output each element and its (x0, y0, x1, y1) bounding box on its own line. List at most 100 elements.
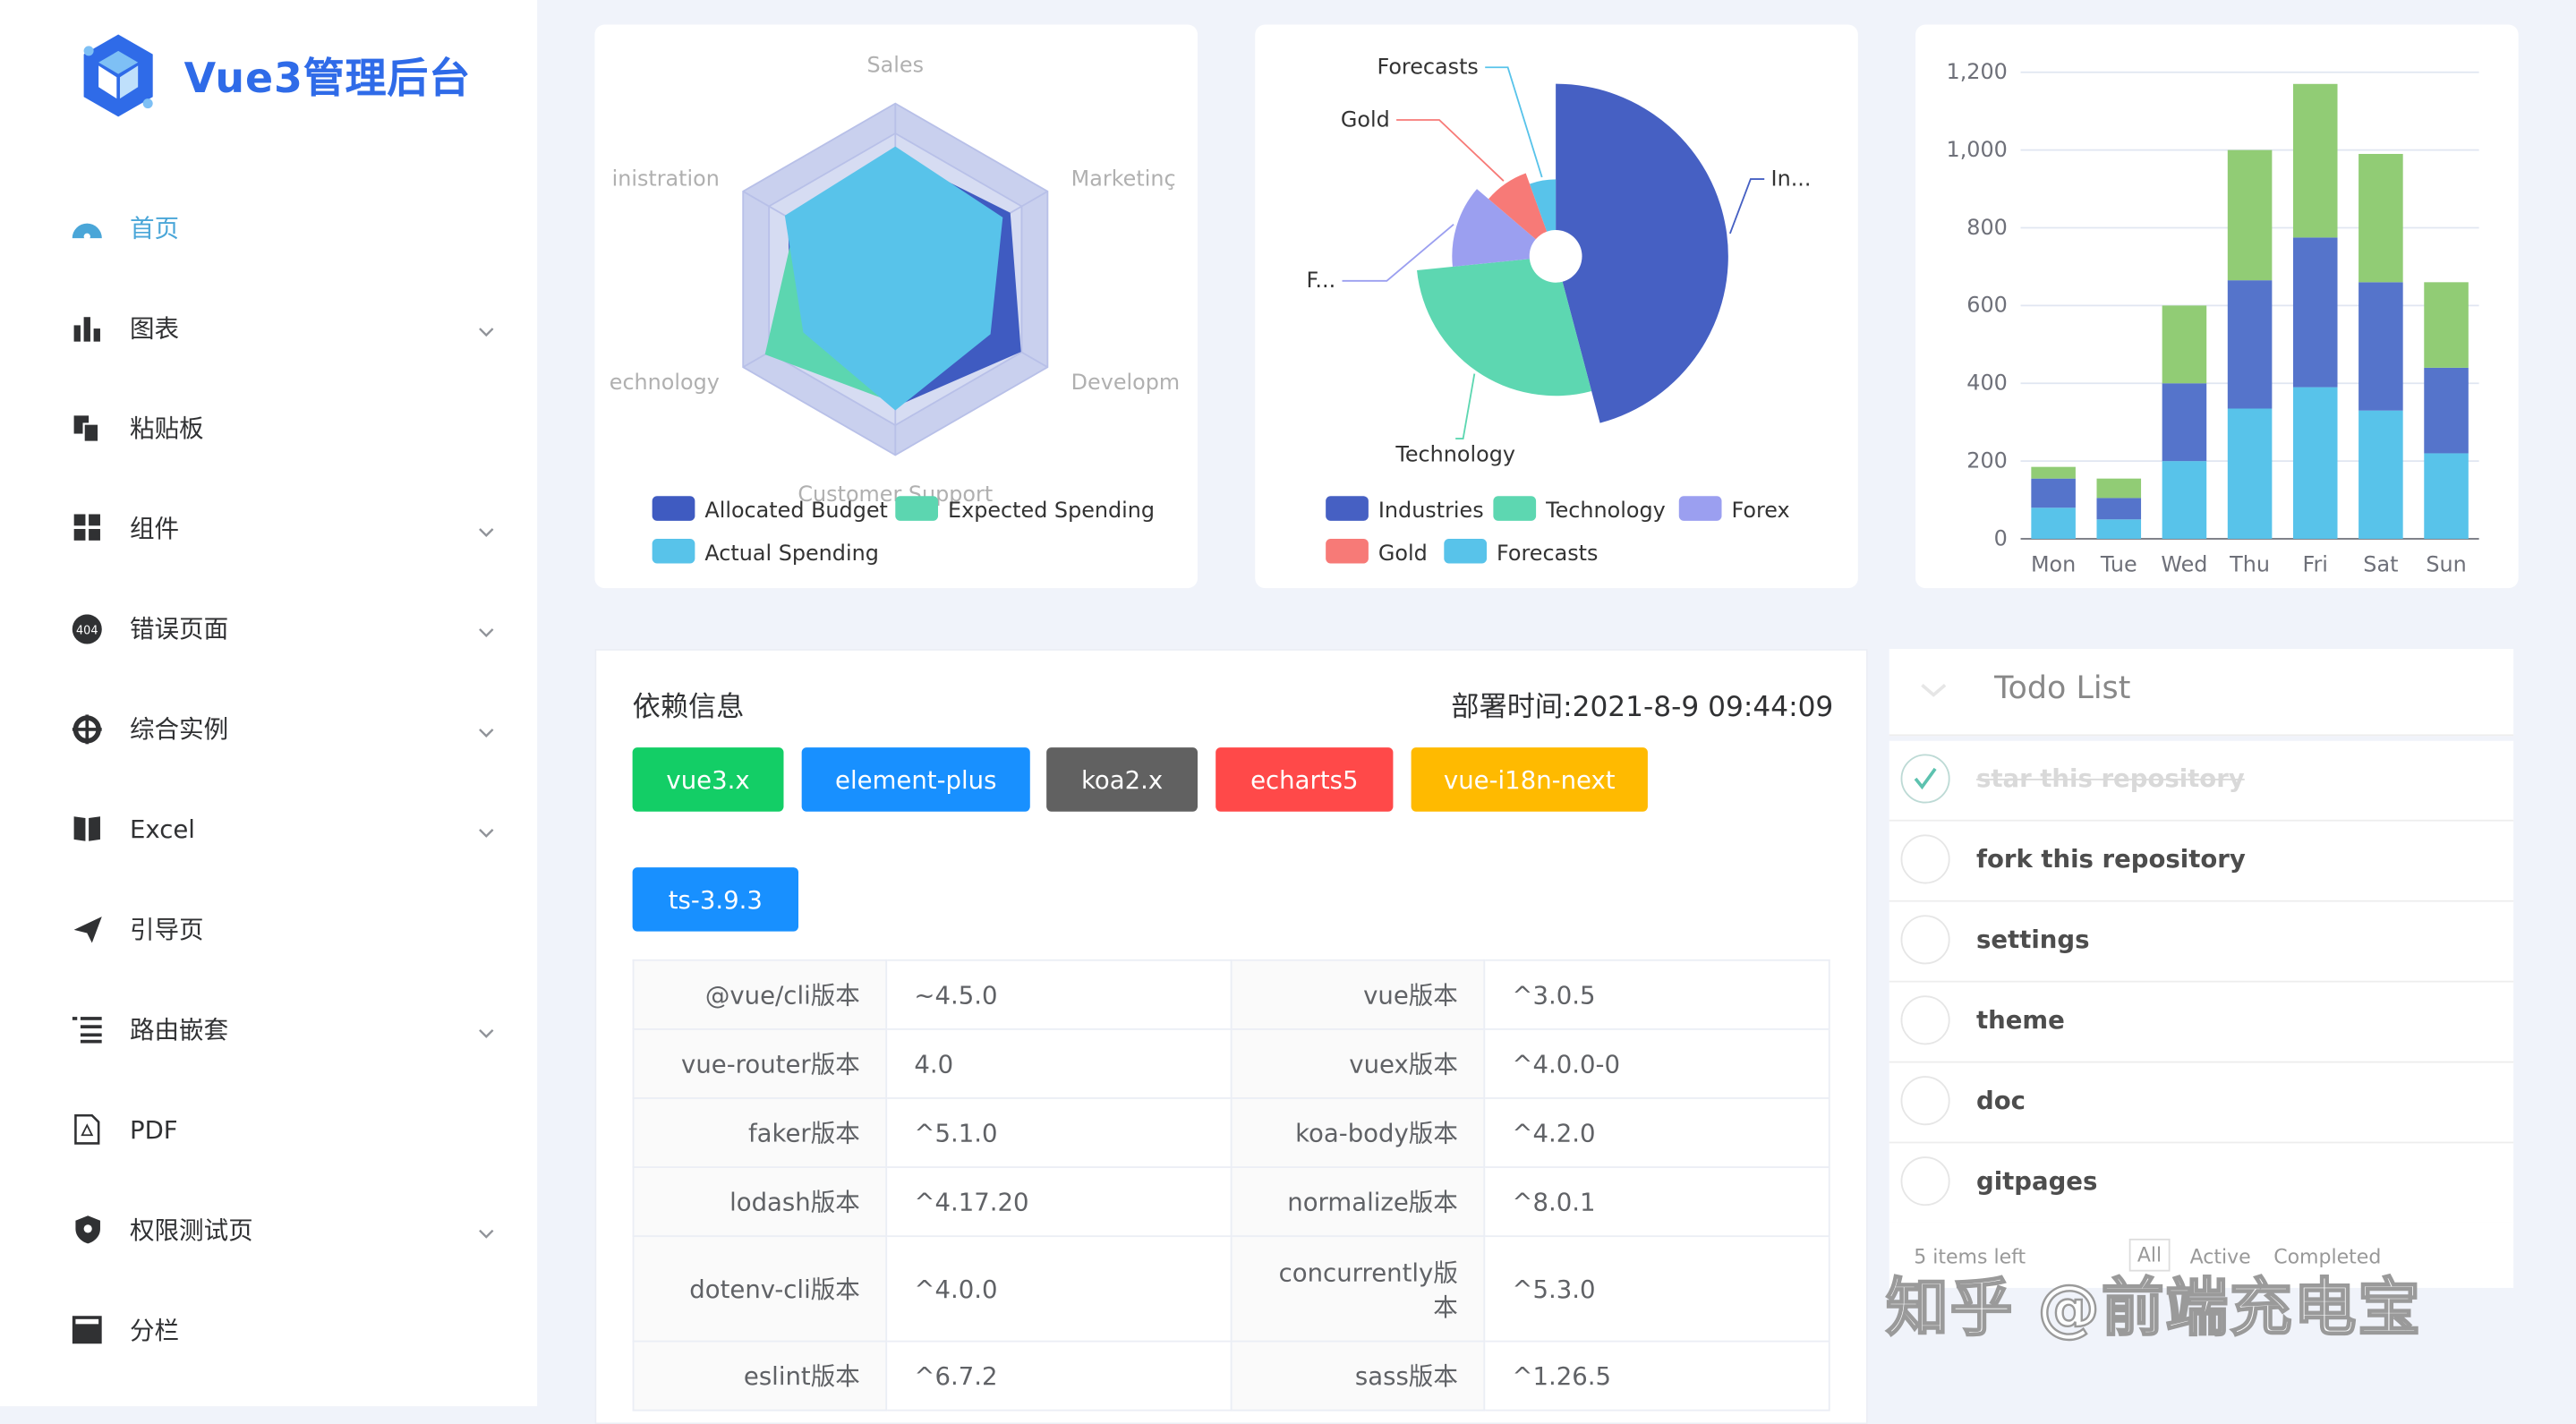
x-tick-label: Sun (2426, 552, 2466, 577)
bar-Fri-1 (2293, 237, 2338, 387)
todo-item[interactable]: star this repository (1889, 741, 2513, 822)
x-tick-label: Thu (2229, 552, 2270, 577)
table-value-cell: ^4.2.0 (1485, 1098, 1830, 1167)
table-value-cell: ~4.5.0 (887, 960, 1232, 1029)
todo-item[interactable]: gitpages (1889, 1143, 2513, 1224)
checkbox-icon[interactable] (1901, 1156, 1950, 1206)
table-label-cell: faker版本 (634, 1098, 888, 1167)
bar-Wed-1 (2162, 383, 2207, 461)
sidebar-item-9[interactable]: PDF (0, 1079, 537, 1180)
sidebar-item-11[interactable]: 分栏 (0, 1280, 537, 1380)
table-row: dotenv-cli版本^4.0.0concurrently版本^5.3.0 (634, 1236, 1830, 1341)
table-row: vue-router版本4.0vuex版本^4.0.0-0 (634, 1029, 1830, 1098)
app-title: Vue3管理后台 (184, 46, 471, 105)
table-row: lodash版本^4.17.20normalize版本^8.0.1 (634, 1167, 1830, 1236)
table-row: faker版本^5.1.0koa-body版本^4.2.0 (634, 1098, 1830, 1167)
dependency-tag: vue3.x (633, 747, 784, 812)
y-tick-label: 400 (1966, 371, 2008, 396)
pie-slice-label: Gold (1341, 107, 1390, 132)
chevron-down-icon (476, 516, 499, 540)
todo-item-label: gitpages (1976, 1166, 2097, 1196)
bar-Tue-2 (2096, 479, 2141, 499)
table-value-cell: ^4.17.20 (887, 1167, 1232, 1236)
sidebar: Vue3管理后台 首页图表粘贴板组件 404 错误页面综合实例Excel 引导页路由嵌… (0, 0, 537, 1406)
pie-label-line (1455, 374, 1474, 439)
table-value-cell: ^3.0.5 (1485, 960, 1830, 1029)
table-value-cell: ^4.0.0 (887, 1236, 1232, 1341)
sidebar-item-6[interactable]: Excel (0, 779, 537, 879)
todo-item[interactable]: fork this repository (1889, 822, 2513, 902)
table-row: eslint版本^6.7.2sass版本^1.26.5 (634, 1342, 1830, 1411)
table-label-cell: dotenv-cli版本 (634, 1236, 888, 1341)
legend-swatch (895, 496, 938, 521)
pie-slice-label: Technology (1395, 442, 1515, 467)
sidebar-item-label: 引导页 (130, 912, 204, 947)
pie-slice-label: In... (1771, 166, 1812, 191)
todo-item[interactable]: theme (1889, 983, 2513, 1063)
todo-item[interactable]: doc (1889, 1063, 2513, 1144)
sidebar-item-8[interactable]: 路由嵌套 (0, 979, 537, 1079)
legend-label: Forex (1732, 498, 1790, 523)
radar-chart-card: SalesMarketinçDevelopmCustomer Supportec… (594, 25, 1198, 589)
y-tick-label: 1,000 (1947, 137, 2008, 162)
table-value-cell: ^1.26.5 (1485, 1342, 1830, 1411)
pie-slice-label: F... (1307, 268, 1336, 293)
y-tick-label: 1,200 (1947, 59, 2008, 84)
list-tree-icon (69, 1011, 105, 1047)
legend-swatch (653, 539, 695, 564)
copy-icon (69, 410, 105, 446)
toggle-all-chevron-icon[interactable] (1915, 672, 1951, 708)
svg-text:404: 404 (76, 624, 98, 637)
checked-checkbox-icon[interactable] (1901, 754, 1950, 803)
pie-chart-card: In...TechnologyF...GoldForecastsIndustri… (1255, 25, 1858, 589)
legend-label: Allocated Budget (704, 498, 888, 523)
bar-Thu-1 (2228, 280, 2273, 408)
table-label-cell: eslint版本 (634, 1342, 888, 1411)
legend-label: Technology (1545, 498, 1666, 523)
bar-chart-card: 02004006008001,0001,200MonTueWedThuFriSa… (1915, 25, 2519, 589)
sidebar-item-1[interactable]: 图表 (0, 277, 537, 378)
checkbox-icon[interactable] (1901, 1076, 1950, 1125)
table-value-cell: ^4.0.0-0 (1485, 1029, 1830, 1098)
sidebar-item-label: 粘贴板 (130, 411, 204, 446)
bar-Sun-1 (2424, 368, 2469, 454)
checkbox-icon[interactable] (1901, 834, 1950, 883)
legend-label: Industries (1378, 498, 1484, 523)
todo-item[interactable]: settings (1889, 902, 2513, 983)
radar-indicator-label: Sales (867, 53, 925, 78)
bar-chart: 02004006008001,0001,200MonTueWedThuFriSa… (1915, 25, 2519, 589)
legend-swatch (653, 496, 695, 521)
target-icon (69, 711, 105, 746)
radar-chart: SalesMarketinçDevelopmCustomer Supportec… (594, 25, 1198, 589)
x-tick-label: Mon (2031, 552, 2076, 577)
x-tick-label: Tue (2100, 552, 2137, 577)
table-value-cell: ^8.0.1 (1485, 1167, 1830, 1236)
legend-label: Expected Spending (948, 498, 1155, 523)
pie-label-line (1396, 120, 1504, 181)
table-label-cell: normalize版本 (1232, 1167, 1486, 1236)
dashboard-icon (69, 209, 105, 245)
sidebar-item-label: 分栏 (130, 1312, 179, 1347)
radar-indicator-label: Marketinç (1071, 166, 1176, 191)
bar-Fri-0 (2293, 388, 2338, 539)
checkbox-icon[interactable] (1901, 995, 1950, 1045)
sidebar-item-4[interactable]: 404 错误页面 (0, 578, 537, 678)
todo-input[interactable]: Todo List (1994, 670, 2130, 706)
table-value-cell: 4.0 (887, 1029, 1232, 1098)
sidebar-item-7[interactable]: 引导页 (0, 879, 537, 979)
sidebar-item-0[interactable]: 首页 (0, 177, 537, 277)
chevron-down-icon (476, 817, 499, 840)
checkbox-icon[interactable] (1901, 915, 1950, 964)
table-label-cell: lodash版本 (634, 1167, 888, 1236)
y-tick-label: 600 (1966, 293, 2008, 318)
todo-item-label: doc (1976, 1086, 2026, 1115)
dependency-tag: vue-i18n-next (1412, 747, 1648, 812)
sidebar-item-2[interactable]: 粘贴板 (0, 378, 537, 478)
book-icon (69, 811, 105, 847)
sidebar-item-3[interactable]: 组件 (0, 478, 537, 578)
sidebar-item-5[interactable]: 综合实例 (0, 678, 537, 779)
dependency-title: 依赖信息 (633, 684, 745, 725)
sidebar-item-10[interactable]: 权限测试页 (0, 1180, 537, 1280)
app-logo[interactable]: Vue3管理后台 (73, 30, 471, 122)
sidebar-item-label: 错误页面 (130, 611, 228, 646)
